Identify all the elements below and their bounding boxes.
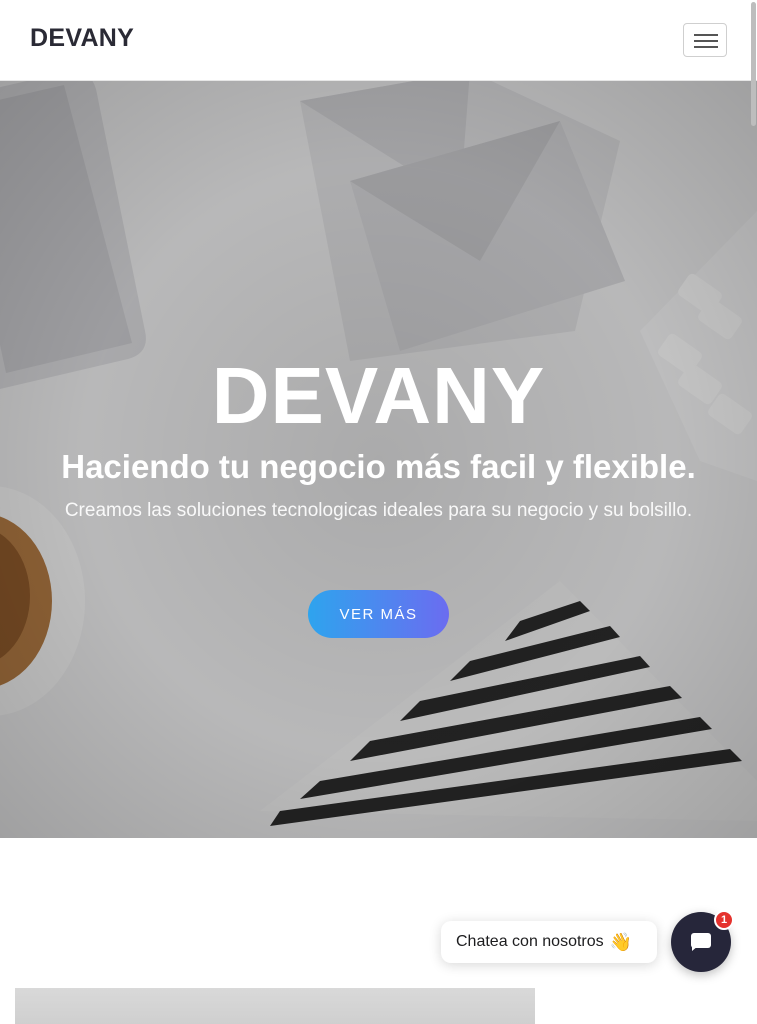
hamburger-menu-icon [694,34,718,36]
hero-subtitle: Haciendo tu negocio más facil y flexible… [61,448,696,485]
chat-bubble-icon-tail [692,946,698,951]
brand-logo[interactable]: DEVANY [30,24,134,53]
page-scrollbar[interactable] [750,0,757,1024]
hamburger-menu-icon [694,40,718,42]
hero-description: Creamos las soluciones tecnologicas idea… [64,500,693,521]
ver-mas-button[interactable]: VER MÁS [308,590,449,638]
chat-prompt-text: Chatea con nosotros [456,933,604,950]
hero-title: DEVANY [211,351,546,440]
section-image [15,988,535,1024]
chat-prompt-bubble[interactable]: Chatea con nosotros 👋 [441,921,657,963]
scrollbar-thumb[interactable] [751,2,756,126]
notification-badge: 1 [714,910,734,930]
hero-section: DEVANY Haciendo tu negocio más facil y f… [0,81,757,838]
hamburger-menu-icon [694,46,718,48]
waving-hand-icon: 👋 [609,931,633,953]
menu-toggle-button[interactable] [683,23,727,57]
navbar: DEVANY [0,0,757,81]
